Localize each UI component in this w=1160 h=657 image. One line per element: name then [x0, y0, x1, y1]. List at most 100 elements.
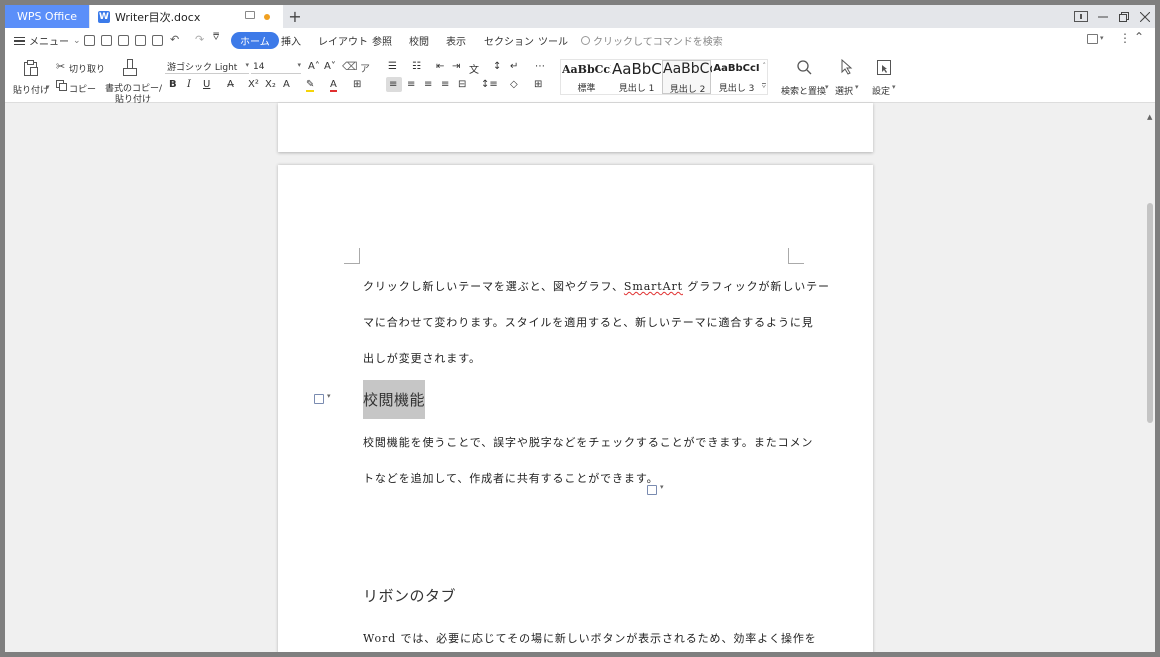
- export-icon[interactable]: [118, 35, 129, 46]
- superscript-icon[interactable]: X²: [248, 79, 259, 90]
- decrease-indent-icon[interactable]: ⇤: [436, 61, 444, 72]
- shading-icon[interactable]: ◇: [510, 79, 518, 90]
- italic-button[interactable]: I: [187, 79, 191, 90]
- collaboration-icon[interactable]: [1087, 34, 1098, 44]
- paragraph-1-line-3[interactable]: 出しが変更されます。: [363, 350, 481, 366]
- minimize-icon[interactable]: [1093, 5, 1113, 28]
- tab-layout[interactable]: レイアウト: [315, 32, 371, 49]
- tab-document[interactable]: W Writer目次.docx: [90, 5, 283, 28]
- chevron-down-icon: ▾: [245, 61, 249, 69]
- undo-icon[interactable]: ↶: [170, 33, 179, 46]
- document-area[interactable]: クリックし新しいテーマを選ぶと、図やグラフ、SmartArt グラフィックが新し…: [5, 103, 1155, 652]
- tab-section[interactable]: セクション: [481, 32, 537, 49]
- new-tab-plus-icon[interactable]: +: [284, 5, 306, 28]
- underline-button[interactable]: U: [203, 79, 210, 90]
- bold-button[interactable]: B: [169, 79, 177, 90]
- align-left-icon: ≡: [389, 79, 398, 90]
- grow-font-icon[interactable]: A˄: [308, 61, 320, 72]
- increase-indent-icon[interactable]: ⇥: [452, 61, 460, 72]
- paragraph-1-line-1[interactable]: クリックし新しいテーマを選ぶと、図やグラフ、SmartArt グラフィックが新し…: [363, 278, 830, 294]
- phonetic-guide-icon[interactable]: ア: [360, 60, 370, 75]
- text-effect-icon[interactable]: A: [283, 79, 290, 90]
- menu-row: メニュー ⌄ ↶ ↷ ⩢ ホーム 挿入 レイアウト 参照 校閲 表示 セクション…: [5, 28, 1155, 53]
- command-search[interactable]: クリックしてコマンドを検索: [581, 33, 723, 48]
- page-2[interactable]: クリックし新しいテーマを選ぶと、図やグラフ、SmartArt グラフィックが新し…: [278, 165, 873, 652]
- font-size-select[interactable]: 14 ▾: [251, 60, 301, 74]
- scissors-icon: ✂: [56, 60, 66, 73]
- document-tab-title: Writer目次.docx: [115, 10, 201, 24]
- menu-label: メニュー: [29, 37, 69, 48]
- heading-review[interactable]: 校閲機能: [363, 380, 426, 419]
- clear-format-icon[interactable]: ⌫: [342, 60, 358, 73]
- page-layout-icon[interactable]: [1071, 5, 1091, 28]
- sort-icon[interactable]: ↕: [493, 61, 501, 72]
- gallery-expand-icon[interactable]: ⩢: [762, 82, 766, 91]
- align-center-icon[interactable]: ≡: [407, 79, 415, 90]
- paragraph-2-line-1[interactable]: 校閲機能を使うことで、誤字や脱字などをチェックすることができます。またコメン: [363, 434, 813, 450]
- gallery-scroll-up-icon[interactable]: ˄: [763, 62, 767, 70]
- paragraph-2-line-2[interactable]: トなどを追加して、作成者に共有することができます。: [363, 470, 659, 486]
- shrink-font-icon[interactable]: A˅: [324, 61, 336, 72]
- main-menu-button[interactable]: メニュー ⌄: [14, 33, 81, 48]
- paragraph-3-line-1[interactable]: Word では、必要に応じてその場に新しいボタンが表示されるため、効率よく操作を: [363, 630, 817, 646]
- vertical-scrollbar[interactable]: ▲: [1145, 103, 1155, 652]
- asian-layout-icon[interactable]: 文: [469, 61, 479, 76]
- highlight-icon[interactable]: ✎: [306, 79, 315, 92]
- close-icon[interactable]: [1135, 5, 1155, 28]
- style-sample: AaBbCcD: [562, 63, 611, 76]
- strikethrough-icon[interactable]: A̶: [227, 79, 234, 90]
- save-icon[interactable]: [101, 35, 112, 46]
- style-name: 見出し 2: [669, 85, 706, 95]
- text-run: グラフィックが新しいテー: [682, 280, 830, 293]
- tab-view[interactable]: 表示: [443, 32, 469, 49]
- style-heading-2[interactable]: AaBbCc 見出し 2: [662, 60, 712, 95]
- page-1-bottom[interactable]: [278, 103, 873, 152]
- style-heading-3[interactable]: AaBbCcI 見出し 3: [712, 60, 761, 94]
- monitor-icon[interactable]: [245, 11, 255, 19]
- align-right-icon[interactable]: ≡: [424, 79, 432, 90]
- tab-review[interactable]: 校閲: [406, 32, 432, 49]
- spellcheck-text-run: SmartArt: [623, 280, 683, 293]
- style-sample: AaBbCcI: [713, 63, 760, 74]
- select-label: 選択: [835, 87, 854, 97]
- redo-icon[interactable]: ↷: [195, 33, 204, 46]
- print-icon[interactable]: [135, 35, 146, 46]
- tab-references[interactable]: 参照: [369, 32, 395, 49]
- heading-ribbon-tabs[interactable]: リボンのタブ: [363, 585, 456, 606]
- subscript-icon[interactable]: X₂: [265, 79, 276, 90]
- paragraph-1-line-2[interactable]: マに合わせて変わります。スタイルを適用すると、新しいテーマに適合するように見: [363, 314, 814, 330]
- justify-icon[interactable]: ≡: [441, 79, 449, 90]
- tab-home[interactable]: ホーム: [231, 32, 279, 49]
- style-heading-1[interactable]: AaBbC 見出し 1: [612, 60, 661, 94]
- tab-tools[interactable]: ツール: [535, 32, 571, 49]
- copy-label: コピー: [69, 85, 97, 95]
- style-name: 標準: [577, 84, 596, 94]
- print-preview-icon[interactable]: [152, 35, 163, 46]
- numbering-icon[interactable]: ☷: [412, 61, 421, 72]
- tab-wps-office[interactable]: WPS Office: [5, 5, 89, 28]
- paste-icon: [24, 60, 38, 76]
- style-normal[interactable]: AaBbCcD 標準: [562, 60, 611, 94]
- scroll-up-icon[interactable]: ▲: [1147, 113, 1152, 121]
- customize-toolbar-icon[interactable]: ⩢: [213, 32, 219, 43]
- show-marks-icon[interactable]: ↵: [510, 61, 518, 72]
- settings-label: 設定: [872, 87, 891, 97]
- open-folder-icon[interactable]: [84, 35, 95, 46]
- font-color-icon[interactable]: A: [330, 79, 337, 92]
- restore-icon[interactable]: [1114, 5, 1134, 28]
- style-name: 見出し 3: [718, 84, 755, 94]
- line-spacing-icon[interactable]: ↕≡: [481, 79, 498, 90]
- paste-options-icon[interactable]: [647, 483, 664, 495]
- tab-leader-icon[interactable]: ⋯: [535, 61, 545, 72]
- font-name-select[interactable]: 游ゴシック Light ▾: [165, 60, 249, 74]
- tab-insert[interactable]: 挿入: [278, 32, 304, 49]
- borders-icon[interactable]: ⊞: [534, 79, 542, 90]
- distribute-icon[interactable]: ⊟: [458, 79, 466, 90]
- scrollbar-thumb[interactable]: [1147, 203, 1153, 423]
- more-options-icon[interactable]: ⋮: [1119, 31, 1131, 45]
- bullets-icon[interactable]: ☰: [388, 61, 397, 72]
- collapse-ribbon-icon[interactable]: ⌃: [1134, 30, 1144, 44]
- paragraph-layout-icon[interactable]: [314, 392, 331, 404]
- char-border-icon[interactable]: ⊞: [353, 79, 361, 90]
- search-icon: [797, 60, 812, 75]
